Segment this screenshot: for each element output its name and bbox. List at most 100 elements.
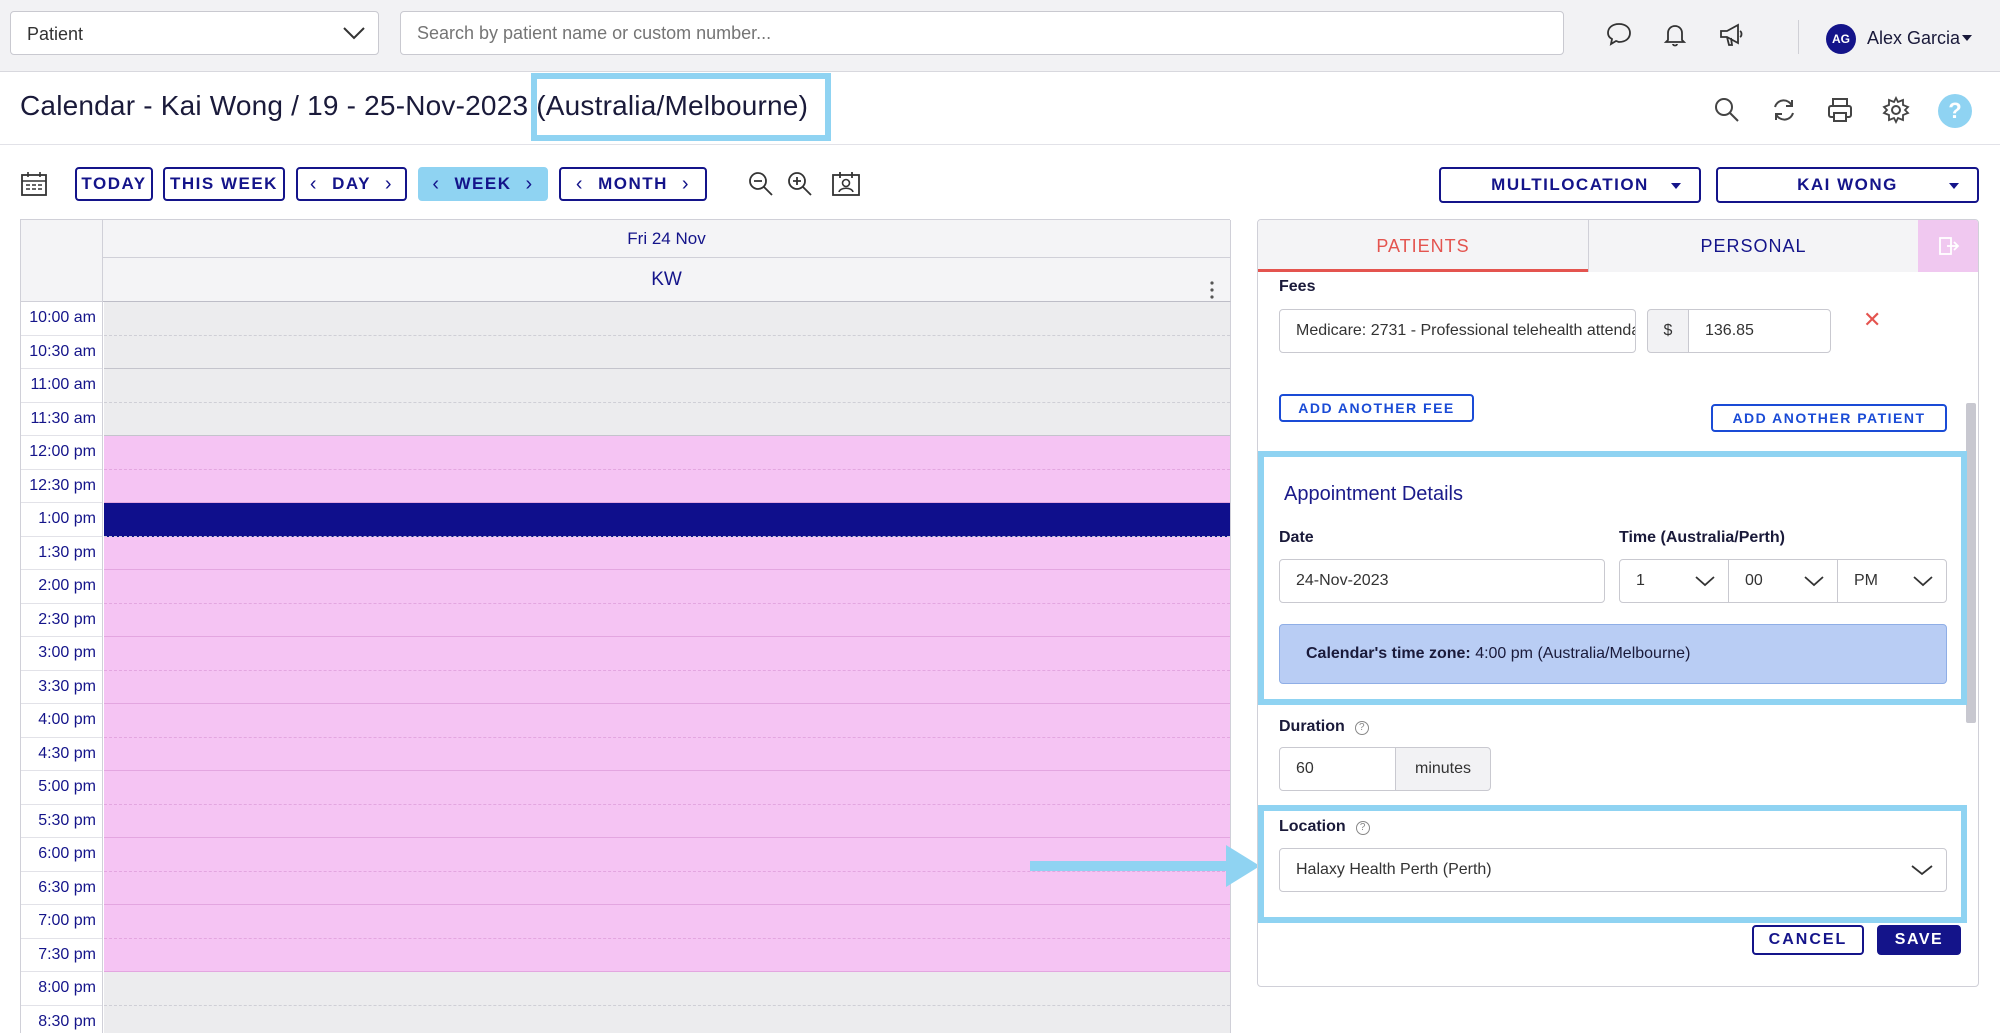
chevron-right-icon[interactable]: › (385, 173, 393, 196)
gear-icon[interactable] (1882, 95, 1910, 129)
day-header[interactable]: Fri 24 Nov (103, 220, 1231, 258)
time-slot[interactable] (104, 804, 1230, 838)
add-another-patient-button[interactable]: ADD ANOTHER PATIENT (1711, 404, 1947, 432)
refresh-icon[interactable] (1770, 96, 1798, 129)
chevron-right-icon[interactable]: › (526, 173, 534, 196)
chat-icon[interactable] (1606, 22, 1634, 50)
duration-input[interactable]: 60 (1279, 747, 1396, 791)
location-select[interactable]: Halaxy Health Perth (Perth) (1279, 848, 1947, 892)
help-circle-icon[interactable]: ? (1354, 721, 1369, 735)
multilocation-dropdown[interactable]: MULTILOCATION (1439, 167, 1701, 203)
booked-appointment-slot[interactable] (104, 503, 1230, 537)
fee-amount-input[interactable]: 136.85 (1688, 309, 1831, 353)
annotation-arrow-shaft (1030, 861, 1230, 871)
time-slot[interactable] (104, 436, 1230, 470)
kebab-menu-icon[interactable] (1210, 272, 1214, 299)
time-slot[interactable] (104, 603, 1230, 637)
time-ampm-select[interactable]: PM (1837, 559, 1947, 603)
time-hour-select[interactable]: 1 (1619, 559, 1729, 603)
this-week-button[interactable]: THIS WEEK (163, 167, 285, 201)
chevron-left-icon[interactable]: ‹ (310, 173, 318, 196)
caret-down-icon[interactable] (1962, 35, 1972, 41)
time-minute-value: 00 (1745, 572, 1763, 589)
multilocation-label: MULTILOCATION (1491, 175, 1649, 194)
zoom-in-icon[interactable] (786, 170, 814, 203)
time-slot[interactable] (104, 670, 1230, 704)
fee-item-field[interactable]: Medicare: 2731 - Professional telehealth… (1279, 309, 1636, 353)
time-slot[interactable] (104, 972, 1230, 1006)
patient-type-select[interactable]: Patient (10, 11, 379, 55)
time-slot[interactable] (104, 536, 1230, 570)
today-button[interactable]: TODAY (75, 167, 153, 201)
resource-header[interactable]: KW (103, 258, 1231, 302)
exit-panel-button[interactable] (1918, 220, 1978, 272)
time-slot[interactable] (104, 871, 1230, 905)
cancel-button[interactable]: CANCEL (1752, 925, 1864, 955)
time-label: 10:00 am (21, 302, 102, 336)
remove-fee-icon[interactable]: ✕ (1863, 307, 1881, 333)
calendar-timezone-label: Calendar's time zone: (1306, 645, 1471, 662)
patient-search-input[interactable] (400, 11, 1564, 55)
save-button[interactable]: SAVE (1877, 925, 1961, 955)
time-slot[interactable] (104, 704, 1230, 738)
user-menu[interactable]: Alex Garcia (1867, 28, 1960, 49)
time-slot[interactable] (104, 402, 1230, 436)
megaphone-icon[interactable] (1718, 22, 1746, 50)
this-week-label: THIS WEEK (170, 174, 278, 193)
resource-initials: KW (651, 269, 682, 290)
time-slot[interactable] (104, 637, 1230, 671)
today-label: TODAY (81, 174, 147, 193)
time-slot[interactable] (104, 302, 1230, 336)
zoom-out-icon[interactable] (747, 170, 775, 203)
calendar-corner (21, 220, 103, 302)
chevron-left-icon[interactable]: ‹ (432, 173, 440, 196)
week-button[interactable]: ‹ WEEK › (418, 167, 548, 201)
chevron-left-icon[interactable]: ‹ (576, 173, 584, 196)
date-field[interactable]: 24-Nov-2023 (1279, 559, 1605, 603)
time-label: 4:30 pm (21, 738, 102, 771)
practitioner-dropdown[interactable]: KAI WONG (1716, 167, 1979, 203)
time-slot[interactable] (104, 1005, 1230, 1033)
help-icon[interactable]: ? (1938, 94, 1972, 128)
avatar[interactable]: AG (1826, 24, 1856, 54)
contact-card-icon[interactable] (831, 170, 861, 203)
time-slot[interactable] (104, 771, 1230, 805)
timezone-highlight-box (531, 73, 831, 141)
time-label: 1:30 pm (21, 537, 102, 570)
tab-patients[interactable]: PATIENTS (1258, 220, 1588, 272)
day-button[interactable]: ‹ DAY › (296, 167, 407, 201)
time-slot[interactable] (104, 335, 1230, 369)
time-slot[interactable] (104, 905, 1230, 939)
time-label: 12:30 pm (21, 470, 102, 503)
chevron-right-icon[interactable]: › (682, 173, 690, 196)
time-label: Time (Australia/Perth) (1619, 529, 1785, 546)
calendar-icon[interactable] (20, 171, 48, 202)
bell-icon[interactable] (1663, 22, 1691, 50)
panel-scrollbar[interactable] (1966, 403, 1976, 723)
location-label-text: Location (1279, 818, 1346, 835)
location-label: Location? (1279, 818, 1370, 836)
page-title-text: Calendar - Kai Wong / 19 - 25-Nov-2023 (20, 90, 529, 121)
appointment-details-highlight-box: Appointment Details Date 24-Nov-2023 Tim… (1258, 451, 1967, 705)
time-minute-select[interactable]: 00 (1728, 559, 1838, 603)
time-slot[interactable] (104, 570, 1230, 604)
time-slot[interactable] (104, 369, 1230, 403)
time-label: 8:00 pm (21, 972, 102, 1006)
search-icon[interactable] (1713, 96, 1741, 129)
time-label: 6:00 pm (21, 838, 102, 872)
tab-personal[interactable]: PERSONAL (1588, 220, 1918, 272)
print-icon[interactable] (1826, 96, 1854, 129)
month-button[interactable]: ‹ MONTH › (559, 167, 707, 201)
time-slot[interactable] (104, 469, 1230, 503)
time-label: 7:30 pm (21, 939, 102, 972)
currency-addon: $ (1647, 309, 1689, 353)
help-circle-icon[interactable]: ? (1355, 821, 1370, 835)
add-another-fee-button[interactable]: ADD ANOTHER FEE (1279, 394, 1474, 422)
duration-unit: minutes (1395, 747, 1491, 791)
time-slot[interactable] (104, 737, 1230, 771)
date-label: Date (1279, 529, 1314, 546)
location-highlight-box: Location? Halaxy Health Perth (Perth) (1258, 805, 1967, 923)
time-slot[interactable] (104, 938, 1230, 972)
calendar-grid: Fri 24 Nov KW 10:00 am 10:30 am 11:00 am 11… (20, 219, 1231, 1033)
chevron-down-icon (1803, 573, 1825, 594)
